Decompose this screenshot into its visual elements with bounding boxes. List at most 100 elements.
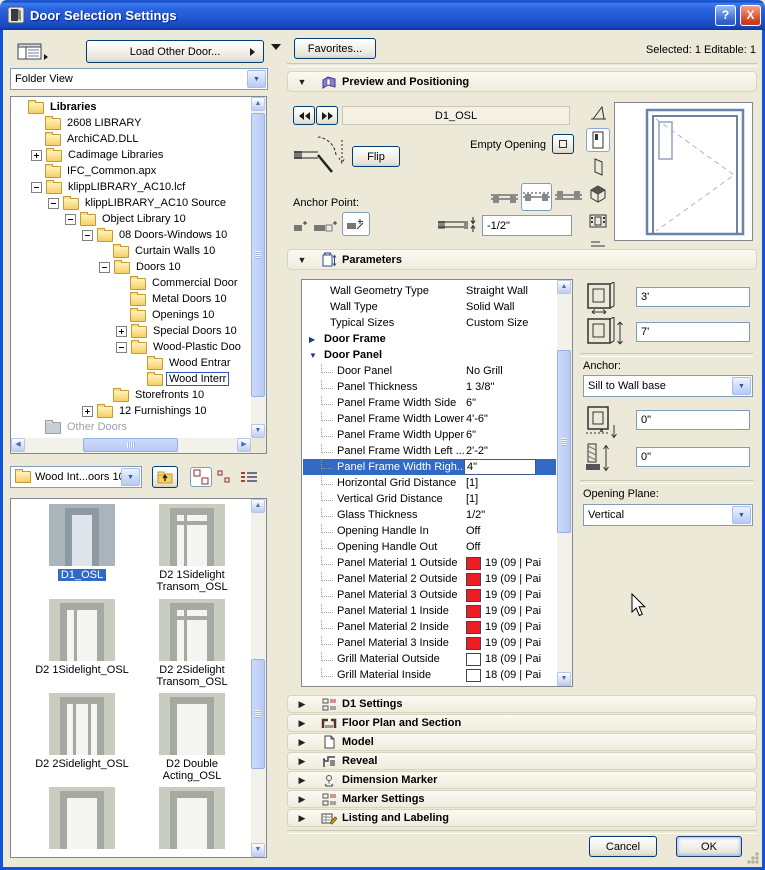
flip-button[interactable]: Flip <box>352 146 400 167</box>
param-row[interactable]: Horizontal Grid Distance [1] <box>303 475 556 491</box>
expand-minus-icon[interactable] <box>65 213 76 225</box>
expand-plus-icon[interactable] <box>116 325 127 337</box>
cancel-button[interactable]: Cancel <box>589 836 657 857</box>
library-browser-button[interactable] <box>14 40 50 64</box>
param-row[interactable]: Panel Thickness 1 3/8" <box>303 379 556 395</box>
head-offset-input[interactable] <box>636 447 750 467</box>
tree-item[interactable]: Wood Entrar <box>132 355 250 371</box>
ok-button[interactable]: OK <box>676 836 742 857</box>
param-row[interactable]: Wall Type Solid Wall <box>303 299 556 315</box>
door-thumbnail[interactable]: D2 Double Acting_OSL <box>139 693 245 782</box>
front-view-button[interactable] <box>586 128 610 152</box>
load-other-door-button[interactable]: Load Other Door... <box>86 40 264 63</box>
door-thumbnail[interactable] <box>139 787 245 857</box>
tree-vscrollbar[interactable]: ▲ ▼ <box>251 97 266 438</box>
scroll-up-icon[interactable]: ▲ <box>251 499 265 513</box>
folder-up-button[interactable] <box>152 466 178 488</box>
param-row[interactable]: Grill Material Outside 18 (09 | Pai <box>303 651 556 667</box>
param-row[interactable]: Panel Frame Width Side 6" <box>303 395 556 411</box>
tree-item[interactable]: 12 Furnishings 10 <box>81 403 250 419</box>
next-object-button[interactable] <box>316 106 338 125</box>
door-width-input[interactable] <box>636 287 750 307</box>
expand-minus-icon[interactable] <box>31 181 42 193</box>
help-button[interactable]: ? <box>715 4 736 26</box>
current-folder-select[interactable]: Wood Int...oors 10 ▼ <box>10 466 142 488</box>
resize-grip[interactable] <box>747 852 759 864</box>
door-thumbnail[interactable]: D2 1Sidelight_OSL <box>29 599 135 676</box>
reveal-side-outside-button[interactable] <box>489 183 520 211</box>
door-thumbnail[interactable]: D2 2Sidelight Transom_OSL <box>139 599 245 688</box>
panel-flyout-icon[interactable] <box>271 44 281 50</box>
tree-item[interactable]: Doors 10 <box>98 259 250 275</box>
tree-item[interactable]: Cadimage Libraries <box>30 147 250 163</box>
scroll-up-icon[interactable]: ▲ <box>251 97 265 111</box>
reveal-side-center-button[interactable] <box>521 183 552 211</box>
panel-listing-labeling[interactable]: ▶ Listing and Labeling <box>287 809 757 827</box>
params-vscrollbar[interactable]: ▲ ▼ <box>557 280 572 686</box>
expand-minus-icon[interactable] <box>48 197 59 209</box>
view-list-button[interactable] <box>236 467 262 487</box>
scroll-left-icon[interactable]: ◀ <box>11 438 25 452</box>
param-row[interactable]: Wall Geometry Type Straight Wall <box>303 283 556 299</box>
close-icon[interactable]: X <box>740 4 761 26</box>
anchor-select[interactable]: Sill to Wall base ▼ <box>583 375 753 397</box>
anchor-point-side-icon[interactable] <box>293 218 311 234</box>
scroll-thumb[interactable] <box>557 350 571 533</box>
anchor-point-selected-button[interactable] <box>342 212 370 236</box>
tree-item[interactable]: 2608 LIBRARY <box>30 115 250 131</box>
scroll-thumb[interactable] <box>251 113 265 397</box>
param-row[interactable]: Opening Handle Out Off <box>303 539 556 555</box>
panel-marker-settings[interactable]: ▶ Marker Settings <box>287 790 757 808</box>
scroll-down-icon[interactable]: ▼ <box>557 672 571 686</box>
thumbs-vscrollbar[interactable]: ▲ ▼ <box>251 499 266 857</box>
param-row[interactable]: Panel Material 3 Inside 19 (09 | Pai <box>303 635 556 651</box>
param-row[interactable]: Panel Material 1 Outside 19 (09 | Pai <box>303 555 556 571</box>
previous-object-button[interactable] <box>293 106 315 125</box>
panel-d1-settings[interactable]: ▶ D1 Settings <box>287 695 757 713</box>
collapsed-triangle-icon[interactable]: ▶ <box>309 335 324 344</box>
tree-item[interactable]: Curtain Walls 10 <box>98 243 250 259</box>
param-row[interactable]: Panel Material 2 Inside 19 (09 | Pai <box>303 619 556 635</box>
scroll-right-icon[interactable]: ▶ <box>237 438 251 452</box>
tree-item[interactable]: IFC_Common.apx <box>30 163 250 179</box>
reveal-side-inside-button[interactable] <box>553 183 584 211</box>
scroll-down-icon[interactable]: ▼ <box>251 843 265 857</box>
door-thumbnail[interactable]: D2 1Sidelight Transom_OSL <box>139 504 245 593</box>
param-value-edit[interactable]: 4" <box>464 459 536 475</box>
tree-item[interactable]: Openings 10 <box>115 307 250 323</box>
preview-positioning-header[interactable]: ▼ Preview and Positioning <box>287 71 757 92</box>
param-row[interactable]: Panel Frame Width Left ... 2'-2" <box>303 443 556 459</box>
param-row[interactable]: Panel Material 2 Outside 19 (09 | Pai <box>303 571 556 587</box>
titlebar[interactable]: Door Selection Settings ? X <box>0 0 765 30</box>
param-row[interactable]: Panel Material 3 Outside 19 (09 | Pai <box>303 587 556 603</box>
sill-offset-input[interactable] <box>636 410 750 430</box>
tree-item[interactable]: Libraries <box>13 99 250 115</box>
param-group-row[interactable]: ▶ Door Frame <box>303 331 556 347</box>
panel-reveal[interactable]: ▶ Reveal <box>287 752 757 770</box>
parameters-header[interactable]: ▼ Parameters <box>287 249 757 270</box>
tree-item[interactable]: Object Library 10 <box>64 211 250 227</box>
param-row[interactable]: Opening Handle In Off <box>303 523 556 539</box>
tree-item[interactable]: klippLIBRARY_AC10.lcf <box>30 179 250 195</box>
expanded-triangle-icon[interactable]: ▼ <box>309 351 324 360</box>
expand-minus-icon[interactable] <box>116 341 127 353</box>
door-height-input[interactable] <box>636 322 750 342</box>
scroll-down-icon[interactable]: ▼ <box>251 424 265 438</box>
tree-item[interactable]: Wood-Plastic Doo <box>115 339 250 355</box>
tree-item[interactable]: Metal Doors 10 <box>115 291 250 307</box>
tree-item[interactable]: Commercial Door <box>115 275 250 291</box>
door-preview[interactable] <box>614 102 753 241</box>
tree-item-selected[interactable]: Wood Interr <box>132 371 250 387</box>
photo-view-button[interactable] <box>586 209 610 233</box>
3d-view-button[interactable] <box>586 182 610 206</box>
scroll-thumb[interactable] <box>83 438 178 452</box>
door-thumbnail[interactable] <box>29 787 135 857</box>
panel-model[interactable]: ▶ Model <box>287 733 757 751</box>
param-row[interactable]: Vertical Grid Distance [1] <box>303 491 556 507</box>
param-row[interactable]: Panel Material 1 Inside 19 (09 | Pai <box>303 603 556 619</box>
param-row[interactable]: Typical Sizes Custom Size <box>303 315 556 331</box>
reveal-depth-input[interactable] <box>482 215 572 236</box>
tree-item[interactable]: ArchiCAD.DLL <box>30 131 250 147</box>
panel-floor-plan-section[interactable]: ▶ Floor Plan and Section <box>287 714 757 732</box>
view-mode-select[interactable]: Folder View ▼ <box>10 68 268 90</box>
